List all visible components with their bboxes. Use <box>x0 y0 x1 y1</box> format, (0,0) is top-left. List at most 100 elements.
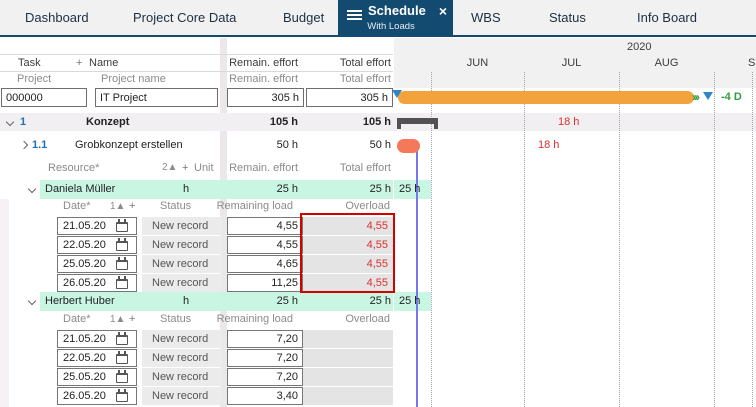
column-header-date: Date* <box>63 312 91 327</box>
tab-bar: Dashboard Project Core Data Budget Sched… <box>0 0 756 37</box>
subheader-project: Project <box>17 72 51 87</box>
calendar-icon[interactable] <box>116 354 128 364</box>
overload-gantt-label: 18 h <box>538 137 559 154</box>
task-gantt-bar[interactable] <box>397 139 420 153</box>
gantt-month-aug: AUG <box>650 56 683 70</box>
remaining-load-input[interactable] <box>227 255 303 273</box>
project-id-input[interactable] <box>1 88 87 107</box>
calendar-icon[interactable] <box>116 241 128 251</box>
column-header-task: Task <box>18 55 41 71</box>
collapse-chevron-icon[interactable] <box>28 297 36 305</box>
resource-load-gantt-label: 25 h <box>399 180 420 199</box>
calendar-icon[interactable] <box>116 222 128 232</box>
column-header-date: Date* <box>63 199 91 214</box>
column-header-remaining-load: Remaining load <box>205 199 293 214</box>
remaining-load-input[interactable] <box>227 330 303 348</box>
status-cell[interactable]: New record <box>142 387 222 405</box>
resource-name: Daniela Müller <box>45 180 115 199</box>
delay-label: -4 D <box>721 91 742 103</box>
remaining-load-input[interactable] <box>227 274 303 292</box>
overload-cell: 4,55 <box>303 236 393 254</box>
task-total-effort: 105 h <box>300 113 391 131</box>
add-date-row-button[interactable]: + <box>129 199 135 214</box>
status-cell[interactable]: New record <box>142 236 222 254</box>
task-wbs-number: 1 <box>20 113 26 131</box>
column-header-total-effort: Total effort <box>300 55 391 71</box>
gantt-month-jul: JUL <box>556 56 587 70</box>
task-remain-effort: 105 h <box>205 113 298 131</box>
column-header-overload: Overload <box>310 312 390 327</box>
task-remain-effort: 50 h <box>205 137 298 154</box>
subheader-project-name: Project name <box>101 72 166 87</box>
status-cell[interactable]: New record <box>142 274 222 292</box>
project-total-effort-input[interactable] <box>306 88 393 107</box>
column-header-name: Name <box>89 55 118 71</box>
calendar-icon[interactable] <box>116 392 128 402</box>
column-header-resource: Resource* <box>48 160 99 176</box>
project-gantt-bar[interactable] <box>398 91 694 104</box>
project-remain-effort-input[interactable] <box>227 88 304 107</box>
remaining-load-input[interactable] <box>227 387 303 405</box>
overload-gantt-label: 18 h <box>558 113 579 131</box>
gantt-year-label: 2020 <box>627 40 651 54</box>
tab-budget[interactable]: Budget <box>283 0 324 35</box>
tab-status[interactable]: Status <box>549 0 586 35</box>
calendar-icon[interactable] <box>116 279 128 289</box>
remaining-load-input[interactable] <box>227 236 303 254</box>
subheader-remain-effort: Remain. effort <box>205 72 298 87</box>
project-start-marker <box>392 90 402 98</box>
overload-cell: 4,55 <box>303 274 393 292</box>
status-cell[interactable]: New record <box>142 217 222 235</box>
expand-chevron-icon[interactable] <box>20 141 28 149</box>
resource-unit: h <box>183 180 189 199</box>
add-task-button[interactable]: + <box>76 55 82 71</box>
sort-indicator[interactable]: 1▲ <box>110 312 125 327</box>
task-wbs-number: 1.1 <box>32 137 47 154</box>
overload-cell <box>303 368 393 386</box>
status-cell[interactable]: New record <box>142 255 222 273</box>
remaining-load-input[interactable] <box>227 349 303 367</box>
task-total-effort: 50 h <box>300 137 391 154</box>
project-end-marker <box>703 92 713 100</box>
sort-indicator[interactable]: 1▲ <box>110 199 125 214</box>
subheader-total-effort: Total effort <box>300 72 391 87</box>
calendar-icon[interactable] <box>116 260 128 270</box>
calendar-icon[interactable] <box>116 335 128 345</box>
gantt-month-jun: JUN <box>462 56 493 70</box>
tab-wbs[interactable]: WBS <box>471 0 501 35</box>
column-header-total-effort: Total effort <box>300 160 391 176</box>
gantt-gridline <box>619 72 620 407</box>
remaining-load-input[interactable] <box>227 217 303 235</box>
overload-cell <box>303 330 393 348</box>
collapse-chevron-icon[interactable] <box>28 185 36 193</box>
overload-cell <box>303 387 393 405</box>
add-resource-button[interactable]: + <box>182 160 188 176</box>
resource-load-gantt-label: 25 h <box>399 292 420 311</box>
task-name: Konzept <box>86 113 129 131</box>
column-header-status: Status <box>160 199 191 214</box>
status-cell[interactable]: New record <box>142 349 222 367</box>
close-icon[interactable]: × <box>439 3 447 19</box>
overload-cell <box>303 349 393 367</box>
gantt-month-sep: S <box>748 56 755 70</box>
sort-indicator[interactable]: 2▲ <box>162 160 177 176</box>
tab-info-board[interactable]: Info Board <box>637 0 697 35</box>
summary-gantt-bar[interactable] <box>397 118 438 129</box>
add-date-row-button[interactable]: + <box>129 312 135 327</box>
overload-cell: 4,55 <box>303 217 393 235</box>
tab-project-core-data[interactable]: Project Core Data <box>133 0 236 35</box>
project-name-input[interactable] <box>95 88 218 107</box>
gantt-gridline <box>524 72 525 407</box>
remaining-load-input[interactable] <box>227 368 303 386</box>
resource-remain-effort: 25 h <box>205 180 298 199</box>
resource-remain-effort: 25 h <box>205 292 298 311</box>
link-arrows-icon: ››› <box>692 90 698 104</box>
tab-dashboard[interactable]: Dashboard <box>25 0 89 35</box>
status-cell[interactable]: New record <box>142 368 222 386</box>
calendar-icon[interactable] <box>116 373 128 383</box>
schedule-with-loads-view: Dashboard Project Core Data Budget Sched… <box>0 0 756 407</box>
status-cell[interactable]: New record <box>142 330 222 348</box>
tab-schedule[interactable]: Schedule × With Loads <box>338 0 453 37</box>
resource-total-effort: 25 h <box>300 180 391 199</box>
column-header-overload: Overload <box>310 199 390 214</box>
